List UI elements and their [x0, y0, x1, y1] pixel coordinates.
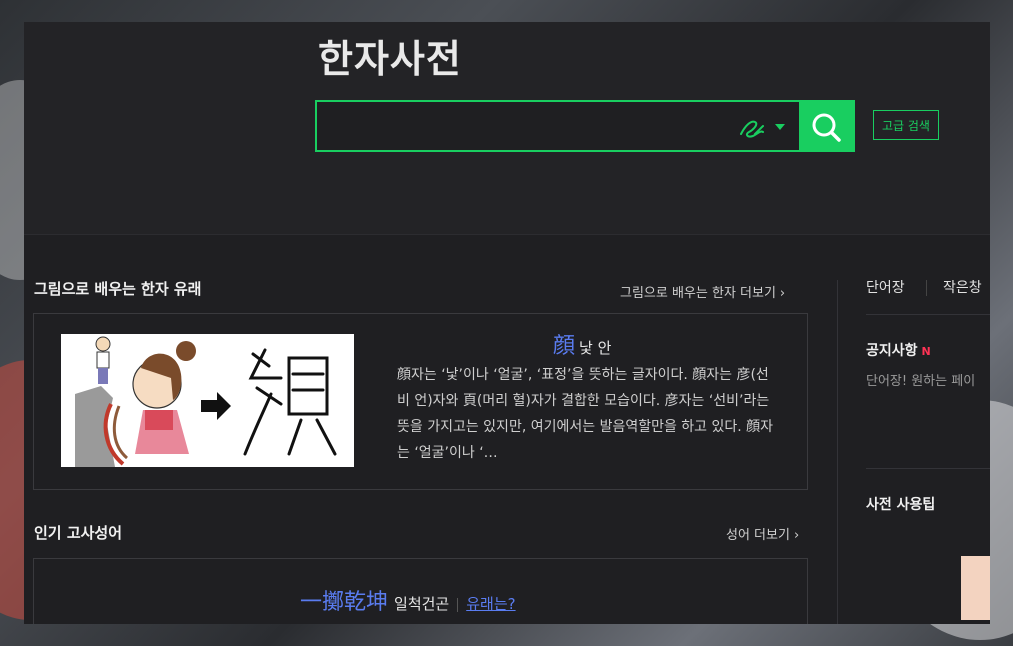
notice-label: 공지사항 — [866, 343, 918, 359]
advanced-search-button[interactable]: 고급 검색 — [873, 110, 939, 140]
new-badge: N — [921, 345, 931, 358]
search-icon — [812, 113, 841, 142]
sidebar-divider-line — [866, 314, 990, 315]
hanja-origin-heading[interactable]: 顔낯 안 — [553, 328, 611, 360]
page-title[interactable]: 한자사전 — [318, 28, 462, 83]
header: 한자사전 고급 검색 — [24, 22, 990, 235]
idioms-title: 인기 고사성어 — [34, 524, 123, 542]
tab-separator — [926, 280, 927, 296]
dictionary-window: 한자사전 고급 검색 그림으로 배우는 한자 유래 그림으로 배우는 한자 더보… — [24, 22, 990, 624]
hanja-origin-more-label: 그림으로 배우는 한자 더보기 — [620, 286, 776, 301]
hanja-origin-title: 그림으로 배우는 한자 유래 — [34, 280, 202, 298]
tab-small-window[interactable]: 작은창 — [943, 277, 982, 297]
chevron-right-icon: › — [793, 528, 800, 543]
chevron-down-icon[interactable] — [775, 124, 785, 130]
sidebar-divider-line — [866, 468, 990, 469]
tab-wordbook[interactable]: 단어장 — [866, 277, 905, 297]
search-box — [315, 100, 853, 152]
divider — [457, 597, 459, 612]
handwriting-icon[interactable] — [737, 114, 767, 140]
hanja-origin-illustration[interactable] — [61, 334, 354, 467]
idioms-more-label: 성어 더보기 — [726, 528, 790, 543]
idiom-hanja[interactable]: 一擲乾坤 — [300, 590, 388, 615]
hanja-origin-more-link[interactable]: 그림으로 배우는 한자 더보기 › — [620, 282, 785, 301]
tips-title[interactable]: 사전 사용팁 — [866, 494, 935, 514]
hanja-origin-char: 顔 — [553, 334, 576, 359]
idiom-item: 一擲乾坤 일척건곤 유래는? — [300, 584, 516, 616]
idiom-origin-link[interactable]: 유래는? — [466, 595, 515, 613]
chevron-right-icon: › — [779, 286, 786, 301]
search-button[interactable] — [799, 100, 855, 152]
sidebar-divider — [837, 280, 838, 624]
hanja-origin-description: 顔자는 ‘낯’이나 ‘얼굴’, ‘표정’을 뜻하는 글자이다. 顔자는 彦(선비… — [397, 367, 774, 461]
search-input[interactable] — [327, 110, 731, 144]
hanja-origin-reading: 낯 안 — [579, 339, 612, 357]
idioms-more-link[interactable]: 성어 더보기 › — [726, 524, 799, 543]
side-banner[interactable] — [961, 556, 990, 620]
idiom-reading: 일척건곤 — [394, 595, 450, 613]
notice-item[interactable]: 단어장! 원하는 페이 — [866, 370, 975, 389]
notice-title[interactable]: 공지사항 N — [866, 340, 931, 360]
